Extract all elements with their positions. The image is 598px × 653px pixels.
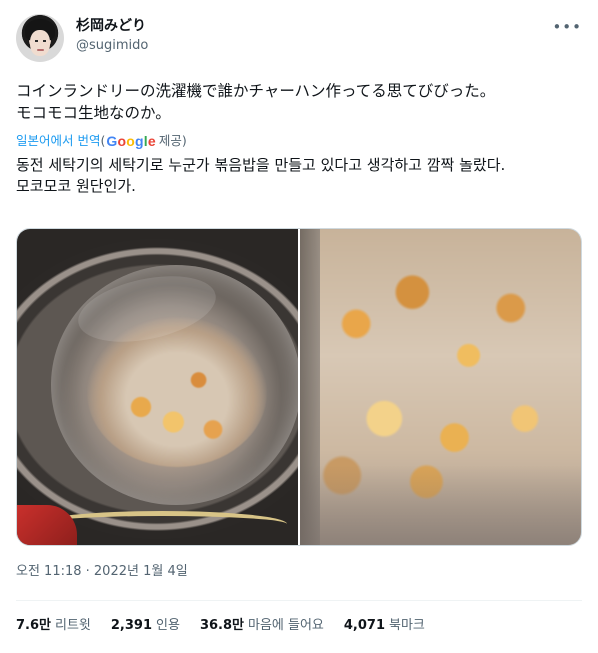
stat-label: 리트윗 xyxy=(55,618,91,633)
avatar-face xyxy=(30,30,50,56)
avatar-mouth xyxy=(37,49,44,51)
google-letter: o xyxy=(126,133,135,149)
stat-label: 북마크 xyxy=(389,618,425,633)
stat-number: 7.6만 xyxy=(16,618,51,633)
google-logo: Google xyxy=(106,132,155,150)
stat-label: 인용 xyxy=(156,618,180,633)
haze-graphic xyxy=(300,465,581,545)
stat-number: 36.8만 xyxy=(199,618,244,633)
translation-attribution: 일본어에서 번역 ( Google 제공) xyxy=(16,132,187,150)
stat-number: 4,071 xyxy=(343,618,386,633)
google-letter: o xyxy=(117,133,127,149)
tweet-text: コインランドリーの洗濯機で誰かチャーハン作ってる思てびびった。 モコモコ生地なの… xyxy=(16,82,496,122)
translated-text: 동전 세탁기의 세탁기로 누군가 볶음밥을 만들고 있다고 생각하고 깜짝 놀랐… xyxy=(16,156,506,195)
avatar-eye xyxy=(35,40,38,42)
translated-from-link[interactable]: 일본어에서 번역 xyxy=(16,132,100,150)
google-letter: g xyxy=(135,133,144,149)
divider xyxy=(16,600,582,601)
stat-retweets[interactable]: 7.6만 리트윗 xyxy=(16,616,91,636)
photo-closeup[interactable] xyxy=(300,229,581,545)
stat-bookmarks[interactable]: 4,071 북마크 xyxy=(344,616,425,636)
more-horizontal-icon[interactable]: ••• xyxy=(552,18,582,36)
tweet-media[interactable] xyxy=(16,228,582,546)
tweet-timestamp[interactable]: 오전 11:18 · 2022년 1월 4일 xyxy=(16,563,188,581)
stat-number: 2,391 xyxy=(110,618,153,633)
stat-likes[interactable]: 36.8만 마음에 들어요 xyxy=(200,616,324,636)
google-letter: e xyxy=(147,133,156,149)
display-name[interactable]: 杉岡みどり xyxy=(76,16,148,36)
user-names: 杉岡みどり @sugimido xyxy=(76,16,148,56)
avatar[interactable] xyxy=(16,14,64,62)
paren-open: ( xyxy=(100,133,106,148)
stat-quotes[interactable]: 2,391 인용 xyxy=(111,616,180,636)
stat-label: 마음에 들어요 xyxy=(247,618,324,633)
tweet-stats: 7.6만 리트윗 2,391 인용 36.8만 마음에 들어요 4,071 북마… xyxy=(16,616,445,636)
photo-washer-drum[interactable] xyxy=(17,229,298,545)
user-handle[interactable]: @sugimido xyxy=(76,36,148,56)
google-letter: G xyxy=(106,133,118,149)
tweet-header: 杉岡みどり @sugimido ••• xyxy=(16,14,582,66)
avatar-eye xyxy=(43,40,46,42)
translation-provided-label: 제공) xyxy=(158,133,187,148)
